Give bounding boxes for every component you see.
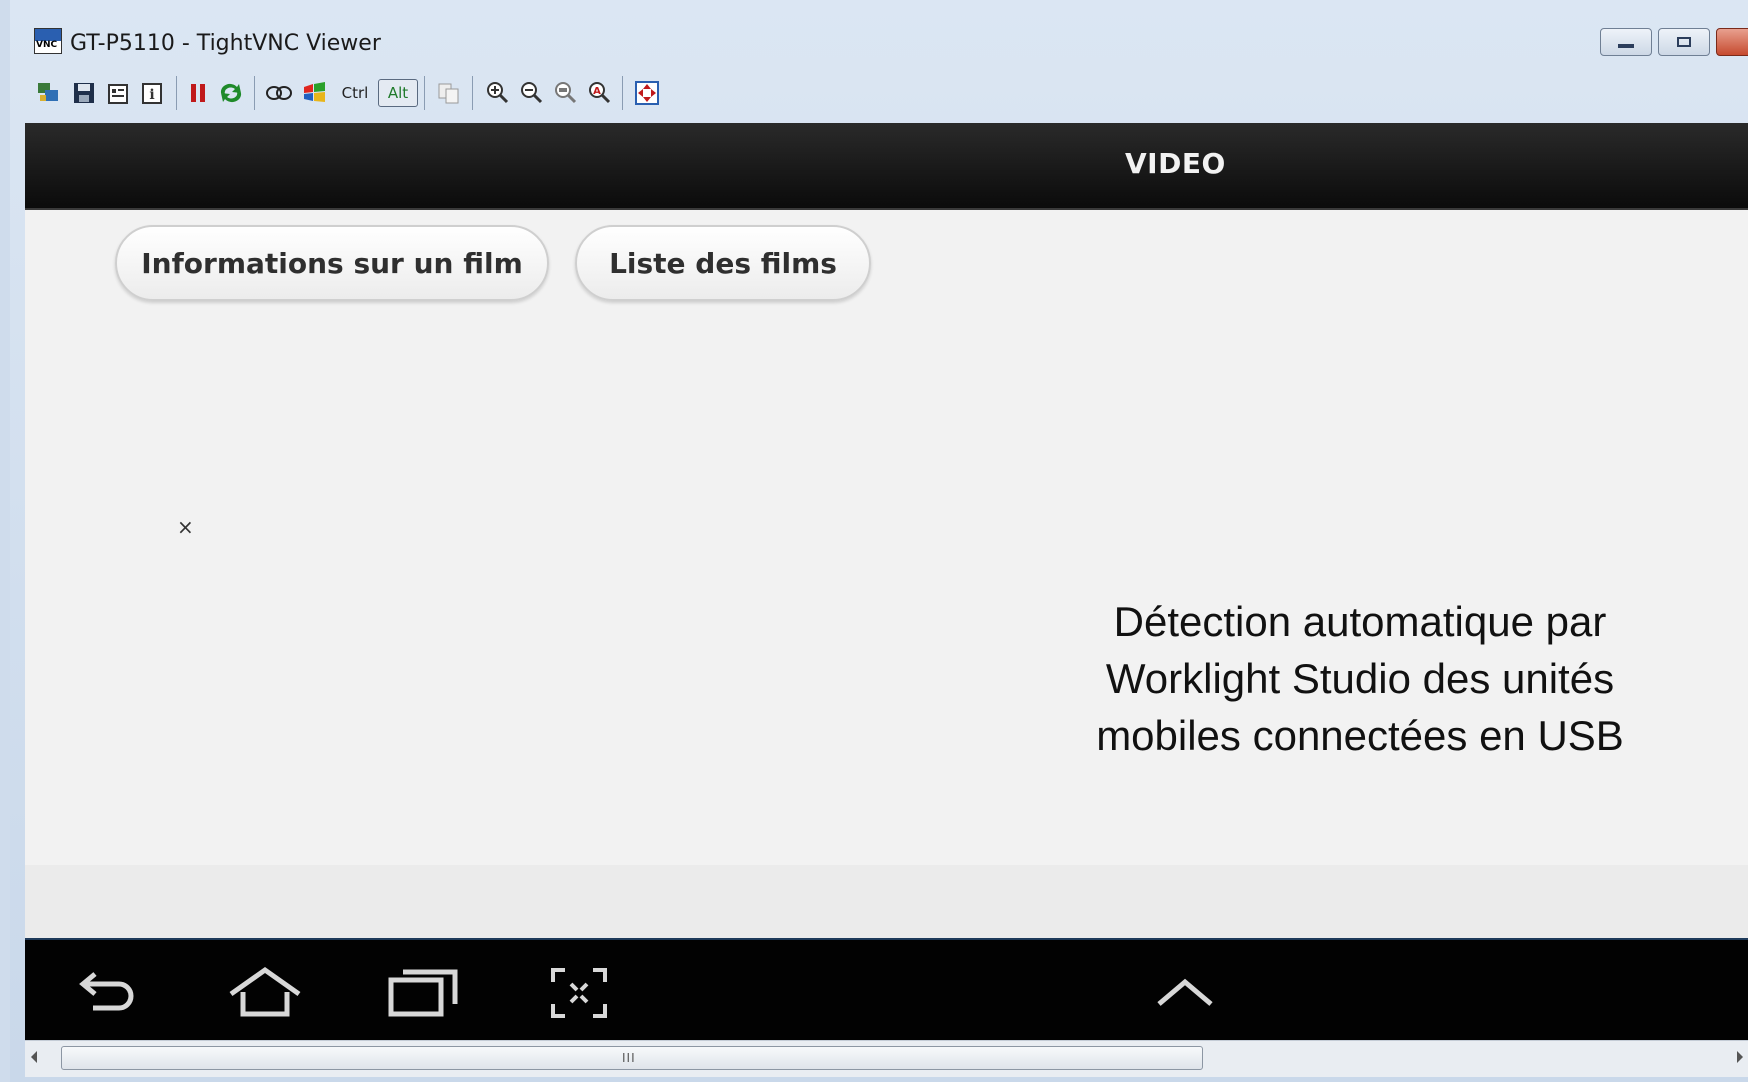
chevron-up-icon[interactable] [1153,974,1217,1015]
transfer-clipboard-icon[interactable] [434,79,464,107]
toolbar-separator [424,76,425,110]
movie-list-button-label: Liste des films [609,246,837,280]
back-icon[interactable] [73,966,143,1021]
fullscreen-icon[interactable] [632,79,662,107]
remote-display[interactable]: VIDEO Informations sur un film Liste des… [25,123,1748,1042]
new-connection-icon[interactable] [34,79,62,107]
scroll-left-icon[interactable] [31,1051,37,1063]
zoom-in-icon[interactable] [484,79,512,107]
svg-text:A: A [593,86,601,97]
ctrl-key-label: Ctrl [341,84,369,102]
toolbar-separator [622,76,623,110]
screenshot-icon[interactable] [549,966,609,1025]
recent-apps-icon[interactable] [387,966,463,1025]
content-lower-band [25,865,1748,938]
x-mark: × [177,515,194,539]
zoom-out-icon[interactable] [518,79,546,107]
caption-line: Worklight Studio des unités [1105,655,1615,702]
horizontal-scrollbar[interactable]: III [25,1040,1748,1077]
toolbar-separator [472,76,473,110]
vnc-toolbar: i Ctrl Alt A [10,66,1748,120]
maximize-button[interactable] [1658,28,1710,56]
alt-key-label: Alt [387,84,409,102]
scrollbar-grip: III [622,1051,636,1065]
refresh-icon[interactable] [216,79,246,107]
pause-icon[interactable] [186,79,210,107]
android-navigation-bar [25,938,1748,1042]
ctrl-alt-del-icon[interactable] [264,79,294,107]
scroll-right-icon[interactable] [1737,1051,1743,1063]
caption-line: mobiles connectées en USB [1096,712,1624,759]
toolbar-separator [176,76,177,110]
options-icon[interactable] [104,79,132,107]
zoom-auto-icon[interactable]: A [586,79,614,107]
alt-key-toggle[interactable]: Alt [378,79,418,107]
app-header-bar: VIDEO [25,123,1748,210]
caption-text: Détection automatique par Worklight Stud… [1035,593,1685,764]
ctrl-key-toggle[interactable]: Ctrl [336,79,374,107]
window-title: GT-P5110 - TightVNC Viewer [70,31,381,56]
close-button[interactable] [1716,28,1748,56]
movie-info-button-label: Informations sur un film [141,246,523,280]
maximize-icon [1677,37,1691,47]
ctrl-esc-icon[interactable] [300,79,330,107]
app-header-title: VIDEO [1125,147,1226,180]
home-icon[interactable] [225,966,305,1025]
connection-info-icon[interactable]: i [138,79,166,107]
scrollbar-thumb[interactable]: III [61,1046,1203,1070]
vnc-viewer-window: VNC GT-P5110 - TightVNC Viewer i Ctrl Al… [0,0,1748,1082]
zoom-100-icon[interactable] [552,79,580,107]
vnc-app-icon-label: VNC [36,40,58,50]
movie-list-button[interactable]: Liste des films [575,225,871,301]
vnc-app-icon[interactable]: VNC [34,28,62,54]
movie-info-button[interactable]: Informations sur un film [115,225,549,301]
minimize-icon [1618,44,1634,48]
svg-text:i: i [149,87,154,103]
save-icon[interactable] [70,79,98,107]
caption-line: Détection automatique par [1113,598,1607,645]
minimize-button[interactable] [1600,28,1652,56]
toolbar-separator [254,76,255,110]
